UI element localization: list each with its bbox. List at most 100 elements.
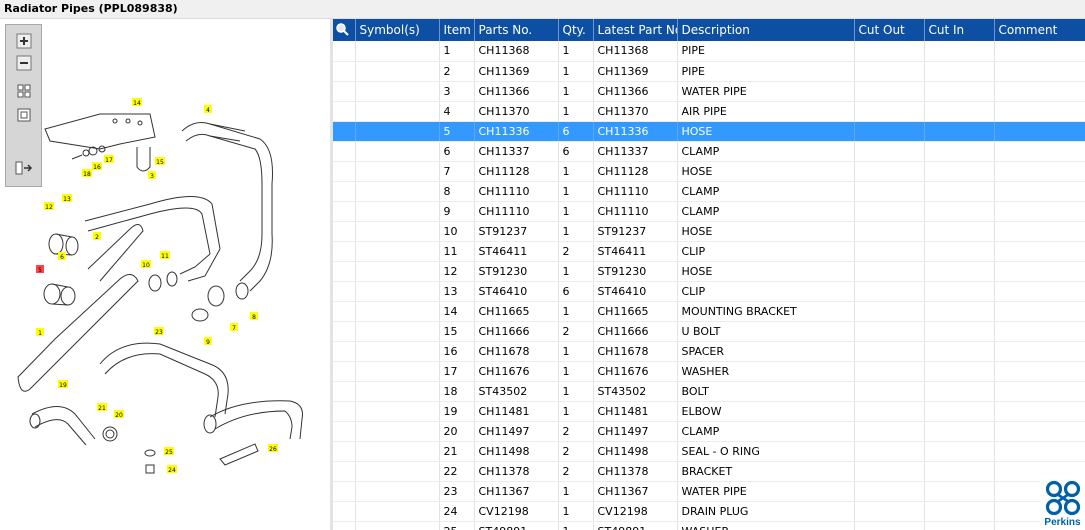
table-row[interactable]: 19 CH11481 1 CH11481 ELBOW [333,401,1085,422]
cut-in-cell[interactable] [924,261,995,282]
symbols-cell[interactable] [355,261,440,282]
table-row[interactable]: 24 CV12198 1 CV12198 DRAIN PLUG [333,501,1085,522]
description-cell[interactable]: BRACKET [677,461,855,482]
parts-no-cell[interactable]: CH11481 [474,401,559,422]
symbols-cell[interactable] [355,381,440,402]
parts-no-cell[interactable]: CH11497 [474,421,559,442]
description-cell[interactable]: WATER PIPE [677,81,855,102]
row-indicator-cell[interactable] [333,441,356,462]
row-indicator-cell[interactable] [333,201,356,222]
diagram-pane[interactable]: 14 4 17 16 18 15 3 13 12 2 6 11 10 5 7 8… [0,19,330,530]
comment-cell[interactable] [994,201,1085,222]
item-cell[interactable]: 25 [439,521,475,530]
parts-no-cell[interactable]: CV12198 [474,501,559,522]
latest-part-no-cell[interactable]: CH11110 [593,181,678,202]
column-filter-header[interactable] [333,19,356,41]
comment-cell[interactable] [994,81,1085,102]
item-cell[interactable]: 19 [439,401,475,422]
column-header-latest-part-no[interactable]: Latest Part No. [593,19,678,41]
latest-part-no-cell[interactable]: ST91230 [593,261,678,282]
qty-cell[interactable]: 1 [558,221,594,242]
parts-no-cell[interactable]: CH11665 [474,301,559,322]
cut-out-cell[interactable] [854,241,925,262]
comment-cell[interactable] [994,341,1085,362]
description-cell[interactable]: WATER PIPE [677,481,855,502]
item-cell[interactable]: 7 [439,161,475,182]
comment-cell[interactable] [994,221,1085,242]
item-cell[interactable]: 23 [439,481,475,502]
cut-in-cell[interactable] [924,41,995,62]
row-indicator-cell[interactable] [333,121,356,142]
symbols-cell[interactable] [355,241,440,262]
latest-part-no-cell[interactable]: CH11128 [593,161,678,182]
parts-no-cell[interactable]: CH11369 [474,61,559,82]
cut-in-cell[interactable] [924,461,995,482]
qty-cell[interactable]: 1 [558,521,594,530]
description-cell[interactable]: MOUNTING BRACKET [677,301,855,322]
cut-in-cell[interactable] [924,141,995,162]
symbols-cell[interactable] [355,121,440,142]
row-indicator-cell[interactable] [333,261,356,282]
symbols-cell[interactable] [355,281,440,302]
description-cell[interactable]: DRAIN PLUG [677,501,855,522]
cut-out-cell[interactable] [854,181,925,202]
table-row[interactable]: 5 CH11336 6 CH11336 HOSE [333,121,1085,142]
column-header-item[interactable]: Item [439,19,475,41]
cut-out-cell[interactable] [854,161,925,182]
table-row[interactable]: 12 ST91230 1 ST91230 HOSE [333,261,1085,282]
qty-cell[interactable]: 1 [558,481,594,502]
column-header-qty[interactable]: Qty. [558,19,594,41]
item-cell[interactable]: 17 [439,361,475,382]
fit-all-button[interactable] [15,82,33,100]
column-header-comment[interactable]: Comment [994,19,1085,41]
row-indicator-cell[interactable] [333,361,356,382]
row-indicator-cell[interactable] [333,501,356,522]
row-indicator-cell[interactable] [333,181,356,202]
description-cell[interactable]: SEAL - O RING [677,441,855,462]
parts-no-cell[interactable]: CH11366 [474,81,559,102]
row-indicator-cell[interactable] [333,141,356,162]
cut-out-cell[interactable] [854,501,925,522]
cut-in-cell[interactable] [924,481,995,502]
description-cell[interactable]: HOSE [677,121,855,142]
table-row[interactable]: 22 CH11378 2 CH11378 BRACKET [333,461,1085,482]
qty-cell[interactable]: 2 [558,241,594,262]
parts-no-cell[interactable]: ST49891 [474,521,559,530]
symbols-cell[interactable] [355,101,440,122]
cut-out-cell[interactable] [854,41,925,62]
latest-part-no-cell[interactable]: CH11369 [593,61,678,82]
table-row[interactable]: 9 CH11110 1 CH11110 CLAMP [333,201,1085,222]
cut-in-cell[interactable] [924,61,995,82]
parts-no-cell[interactable]: CH11498 [474,441,559,462]
qty-cell[interactable]: 1 [558,301,594,322]
latest-part-no-cell[interactable]: CH11110 [593,201,678,222]
table-row[interactable]: 1 CH11368 1 CH11368 PIPE [333,41,1085,62]
table-row[interactable]: 2 CH11369 1 CH11369 PIPE [333,61,1085,82]
row-indicator-cell[interactable] [333,221,356,242]
parts-no-cell[interactable]: CH11378 [474,461,559,482]
row-indicator-cell[interactable] [333,481,356,502]
table-row[interactable]: 7 CH11128 1 CH11128 HOSE [333,161,1085,182]
qty-cell[interactable]: 1 [558,381,594,402]
symbols-cell[interactable] [355,361,440,382]
qty-cell[interactable]: 1 [558,61,594,82]
column-header-cut-out[interactable]: Cut Out [854,19,925,41]
latest-part-no-cell[interactable]: CH11481 [593,401,678,422]
description-cell[interactable]: WASHER [677,521,855,530]
symbols-cell[interactable] [355,41,440,62]
parts-no-cell[interactable]: ST46410 [474,281,559,302]
symbols-cell[interactable] [355,401,440,422]
description-cell[interactable]: BOLT [677,381,855,402]
comment-cell[interactable] [994,381,1085,402]
parts-no-cell[interactable]: CH11337 [474,141,559,162]
comment-cell[interactable] [994,401,1085,422]
qty-cell[interactable]: 1 [558,81,594,102]
latest-part-no-cell[interactable]: ST46410 [593,281,678,302]
qty-cell[interactable]: 1 [558,341,594,362]
parts-no-cell[interactable]: CH11666 [474,321,559,342]
cut-out-cell[interactable] [854,221,925,242]
item-cell[interactable]: 4 [439,101,475,122]
comment-cell[interactable] [994,421,1085,442]
description-cell[interactable]: WASHER [677,361,855,382]
description-cell[interactable]: HOSE [677,161,855,182]
